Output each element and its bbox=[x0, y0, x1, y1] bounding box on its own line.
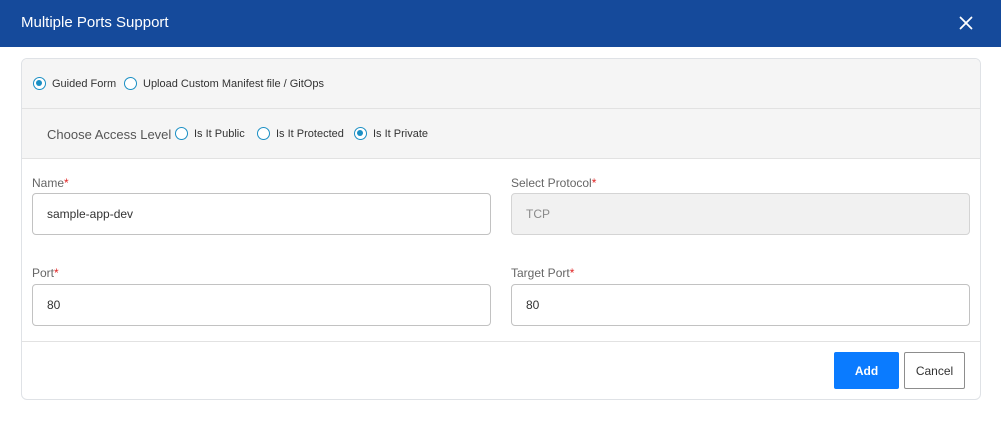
protocol-select[interactable]: TCP bbox=[511, 193, 970, 235]
radio-label: Upload Custom Manifest file / GitOps bbox=[143, 77, 324, 90]
port-label: Port* bbox=[32, 266, 59, 280]
target-port-label: Target Port* bbox=[511, 266, 575, 280]
required-mark: * bbox=[591, 176, 597, 190]
name-label: Name* bbox=[32, 176, 69, 190]
dialog-title: Multiple Ports Support bbox=[21, 14, 169, 31]
radio-checked-icon bbox=[33, 77, 46, 90]
cancel-button[interactable]: Cancel bbox=[904, 352, 965, 389]
radio-label: Guided Form bbox=[52, 77, 117, 90]
access-level-row: Choose Access Level Is It Public Is It P… bbox=[22, 109, 980, 159]
radio-private[interactable]: Is It Private bbox=[354, 127, 428, 140]
protocol-label: Select Protocol* bbox=[511, 176, 597, 190]
close-button[interactable] bbox=[952, 10, 980, 36]
radio-guided-form[interactable]: Guided Form bbox=[33, 77, 116, 90]
radio-public[interactable]: Is It Public bbox=[175, 127, 245, 140]
radio-upload-manifest[interactable]: Upload Custom Manifest file / GitOps bbox=[124, 77, 324, 90]
radio-unchecked-icon bbox=[124, 77, 137, 90]
add-button[interactable]: Add bbox=[834, 352, 899, 389]
required-mark: * bbox=[64, 176, 69, 190]
radio-unchecked-icon bbox=[175, 127, 188, 140]
name-input[interactable]: sample-app-dev bbox=[32, 193, 491, 235]
mode-selector: Guided Form Upload Custom Manifest file … bbox=[22, 59, 980, 109]
radio-label: Is It Public bbox=[194, 127, 245, 140]
radio-label: Is It Protected bbox=[276, 127, 344, 140]
dialog-header: Multiple Ports Support bbox=[0, 0, 1001, 47]
target-port-input[interactable]: 80 bbox=[511, 284, 970, 326]
radio-protected[interactable]: Is It Protected bbox=[257, 127, 344, 140]
access-level-label: Choose Access Level bbox=[47, 127, 172, 142]
radio-unchecked-icon bbox=[257, 127, 270, 140]
radio-label: Is It Private bbox=[373, 127, 429, 140]
port-input[interactable]: 80 bbox=[32, 284, 491, 326]
radio-checked-icon bbox=[354, 127, 367, 140]
required-mark: * bbox=[54, 266, 59, 280]
form-card: Guided Form Upload Custom Manifest file … bbox=[21, 58, 981, 400]
required-mark: * bbox=[569, 266, 575, 280]
footer-divider bbox=[22, 341, 980, 342]
close-icon bbox=[959, 16, 973, 30]
